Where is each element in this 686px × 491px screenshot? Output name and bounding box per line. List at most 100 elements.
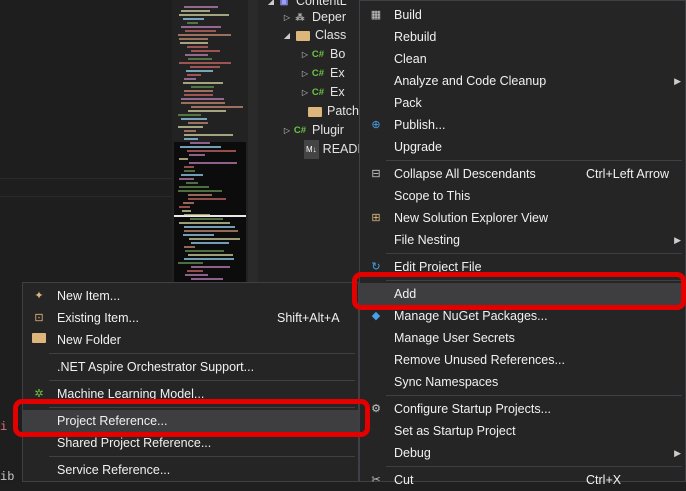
menu-item-file-nesting[interactable]: File Nesting ▶ bbox=[360, 229, 685, 251]
menu-item-new-view[interactable]: ⊞ New Solution Explorer View bbox=[360, 207, 685, 229]
menu-item-scope[interactable]: Scope to This bbox=[360, 185, 685, 207]
globe-icon: ⊕ bbox=[371, 119, 381, 131]
menu-item-cut[interactable]: ✂ Cut Ctrl+X bbox=[360, 469, 685, 491]
minimap-code-line bbox=[190, 142, 210, 144]
minimap-code-line bbox=[187, 22, 198, 24]
collapsed-arrow-icon[interactable]: ▷ bbox=[300, 45, 310, 64]
csharp-file-icon: C# bbox=[311, 68, 325, 79]
menu-item-set-startup[interactable]: Set as Startup Project bbox=[360, 420, 685, 442]
minimap-code-line bbox=[179, 178, 194, 180]
submenu-item-new-folder[interactable]: New Folder bbox=[23, 329, 358, 351]
tree-item-folder[interactable]: Patche bbox=[308, 102, 366, 121]
minimap-code-line bbox=[181, 10, 210, 12]
csharp-file-icon: C# bbox=[293, 125, 307, 136]
menu-item-nuget[interactable]: ◆ Manage NuGet Packages... bbox=[360, 305, 685, 327]
tree-item-label: READI bbox=[322, 142, 361, 156]
add-submenu: ✦ New Item... ⊡ Existing Item... Shift+A… bbox=[22, 282, 359, 482]
minimap-code-line bbox=[185, 30, 216, 32]
menu-item-clean[interactable]: Clean bbox=[360, 48, 685, 70]
menu-item-collapse-all[interactable]: ⊟ Collapse All Descendants Ctrl+Left Arr… bbox=[360, 163, 685, 185]
submenu-item-service-reference[interactable]: Service Reference... bbox=[23, 459, 358, 481]
menu-separator bbox=[386, 160, 682, 161]
csharp-file-icon: C# bbox=[311, 49, 325, 60]
submenu-item-new-item[interactable]: ✦ New Item... bbox=[23, 285, 358, 307]
dependencies-icon: ⁂ bbox=[295, 12, 305, 22]
minimap-code-line bbox=[188, 254, 233, 256]
menu-item-rebuild[interactable]: Rebuild bbox=[360, 26, 685, 48]
gear-icon: ⚙ bbox=[371, 403, 381, 415]
menu-separator bbox=[49, 353, 355, 354]
menu-item-pack[interactable]: Pack bbox=[360, 92, 685, 114]
minimap-code-line bbox=[184, 166, 194, 168]
submenu-item-ml-model[interactable]: ✲ Machine Learning Model... bbox=[23, 383, 358, 405]
submenu-item-existing-item[interactable]: ⊡ Existing Item... Shift+Alt+A bbox=[23, 307, 358, 329]
code-fragment: i bbox=[0, 420, 8, 434]
build-icon: ▦ bbox=[370, 9, 382, 21]
collapsed-arrow-icon[interactable]: ▷ bbox=[300, 83, 310, 102]
minimap-code-line bbox=[191, 242, 229, 244]
menu-item-configure-startup[interactable]: ⚙ Configure Startup Projects... bbox=[360, 398, 685, 420]
expand-arrow-icon[interactable]: ◢ bbox=[282, 26, 292, 45]
minimap-code-line bbox=[179, 14, 229, 16]
tree-item-label: Ex bbox=[330, 66, 345, 80]
minimap-code-line bbox=[189, 238, 240, 240]
minimap-code-line bbox=[181, 98, 224, 100]
minimap-code-line bbox=[182, 210, 191, 212]
collapsed-arrow-icon[interactable]: ▷ bbox=[300, 64, 310, 83]
minimap-code-line bbox=[188, 58, 212, 60]
minimap-code-line bbox=[186, 182, 198, 184]
minimap-code-line bbox=[184, 130, 196, 132]
tree-item-file[interactable]: ▷ C# Ex bbox=[300, 83, 345, 102]
minimap-code-line bbox=[187, 74, 201, 76]
minimap-code-line bbox=[191, 86, 214, 88]
new-window-icon: ⊞ bbox=[371, 212, 381, 224]
minimap-code-line bbox=[178, 126, 203, 128]
minimap-code-line bbox=[184, 258, 234, 260]
tree-item-file[interactable]: M↓ READI bbox=[304, 140, 361, 159]
editor-line bbox=[0, 178, 172, 179]
minimap-code-line bbox=[184, 138, 198, 140]
minimap-code-line bbox=[185, 274, 208, 276]
menu-item-add[interactable]: Add bbox=[360, 283, 685, 305]
minimap-code-line bbox=[188, 198, 226, 200]
expand-arrow-icon[interactable]: ◢ bbox=[266, 0, 276, 11]
menu-item-analyze[interactable]: Analyze and Code Cleanup ▶ bbox=[360, 70, 685, 92]
minimap-code-line bbox=[181, 102, 225, 104]
nuget-icon: ◆ bbox=[371, 310, 381, 322]
editor-line bbox=[0, 196, 172, 197]
menu-item-publish[interactable]: ⊕ Publish... bbox=[360, 114, 685, 136]
tree-item-folder[interactable]: ◢ Class bbox=[282, 26, 346, 45]
minimap-code-line bbox=[179, 62, 231, 64]
submenu-item-project-reference[interactable]: Project Reference... bbox=[23, 410, 358, 432]
minimap-code-line bbox=[181, 174, 203, 176]
minimap-code-line bbox=[187, 46, 208, 48]
menu-item-debug[interactable]: Debug ▶ bbox=[360, 442, 685, 464]
menu-separator bbox=[386, 466, 682, 467]
submenu-arrow-icon: ▶ bbox=[674, 448, 681, 458]
minimap-code-line bbox=[191, 278, 223, 280]
minimap-code-line bbox=[190, 218, 223, 220]
menu-item-sync-namespaces[interactable]: Sync Namespaces bbox=[360, 371, 685, 393]
minimap-code-line bbox=[179, 206, 190, 208]
tree-item-file[interactable]: ▷ C# Plugir bbox=[282, 121, 344, 140]
menu-item-build[interactable]: ▦ Build bbox=[360, 4, 685, 26]
minimap-code-line bbox=[184, 230, 238, 232]
minimap-code-line bbox=[184, 94, 213, 96]
submenu-item-aspire[interactable]: .NET Aspire Orchestrator Support... bbox=[23, 356, 358, 378]
tree-item-dependencies[interactable]: ▷ ⁂ Deper bbox=[282, 8, 346, 27]
collapsed-arrow-icon[interactable]: ▷ bbox=[282, 8, 292, 27]
tree-item-file[interactable]: ▷ C# Ex bbox=[300, 64, 345, 83]
menu-separator bbox=[386, 253, 682, 254]
collapsed-arrow-icon[interactable]: ▷ bbox=[282, 121, 292, 140]
menu-item-edit-project[interactable]: ↻ Edit Project File bbox=[360, 256, 685, 278]
csharp-file-icon: C# bbox=[311, 87, 325, 98]
menu-item-remove-refs[interactable]: Remove Unused References... bbox=[360, 349, 685, 371]
minimap-code-line bbox=[184, 78, 196, 80]
tree-item-file[interactable]: ▷ C# Bo bbox=[300, 45, 345, 64]
menu-item-secrets[interactable]: Manage User Secrets bbox=[360, 327, 685, 349]
submenu-arrow-icon: ▶ bbox=[674, 235, 681, 245]
submenu-item-shared-reference[interactable]: Shared Project Reference... bbox=[23, 432, 358, 454]
minimap-code-line bbox=[181, 118, 207, 120]
menu-item-upgrade[interactable]: Upgrade bbox=[360, 136, 685, 158]
minimap-code-line bbox=[188, 110, 226, 112]
